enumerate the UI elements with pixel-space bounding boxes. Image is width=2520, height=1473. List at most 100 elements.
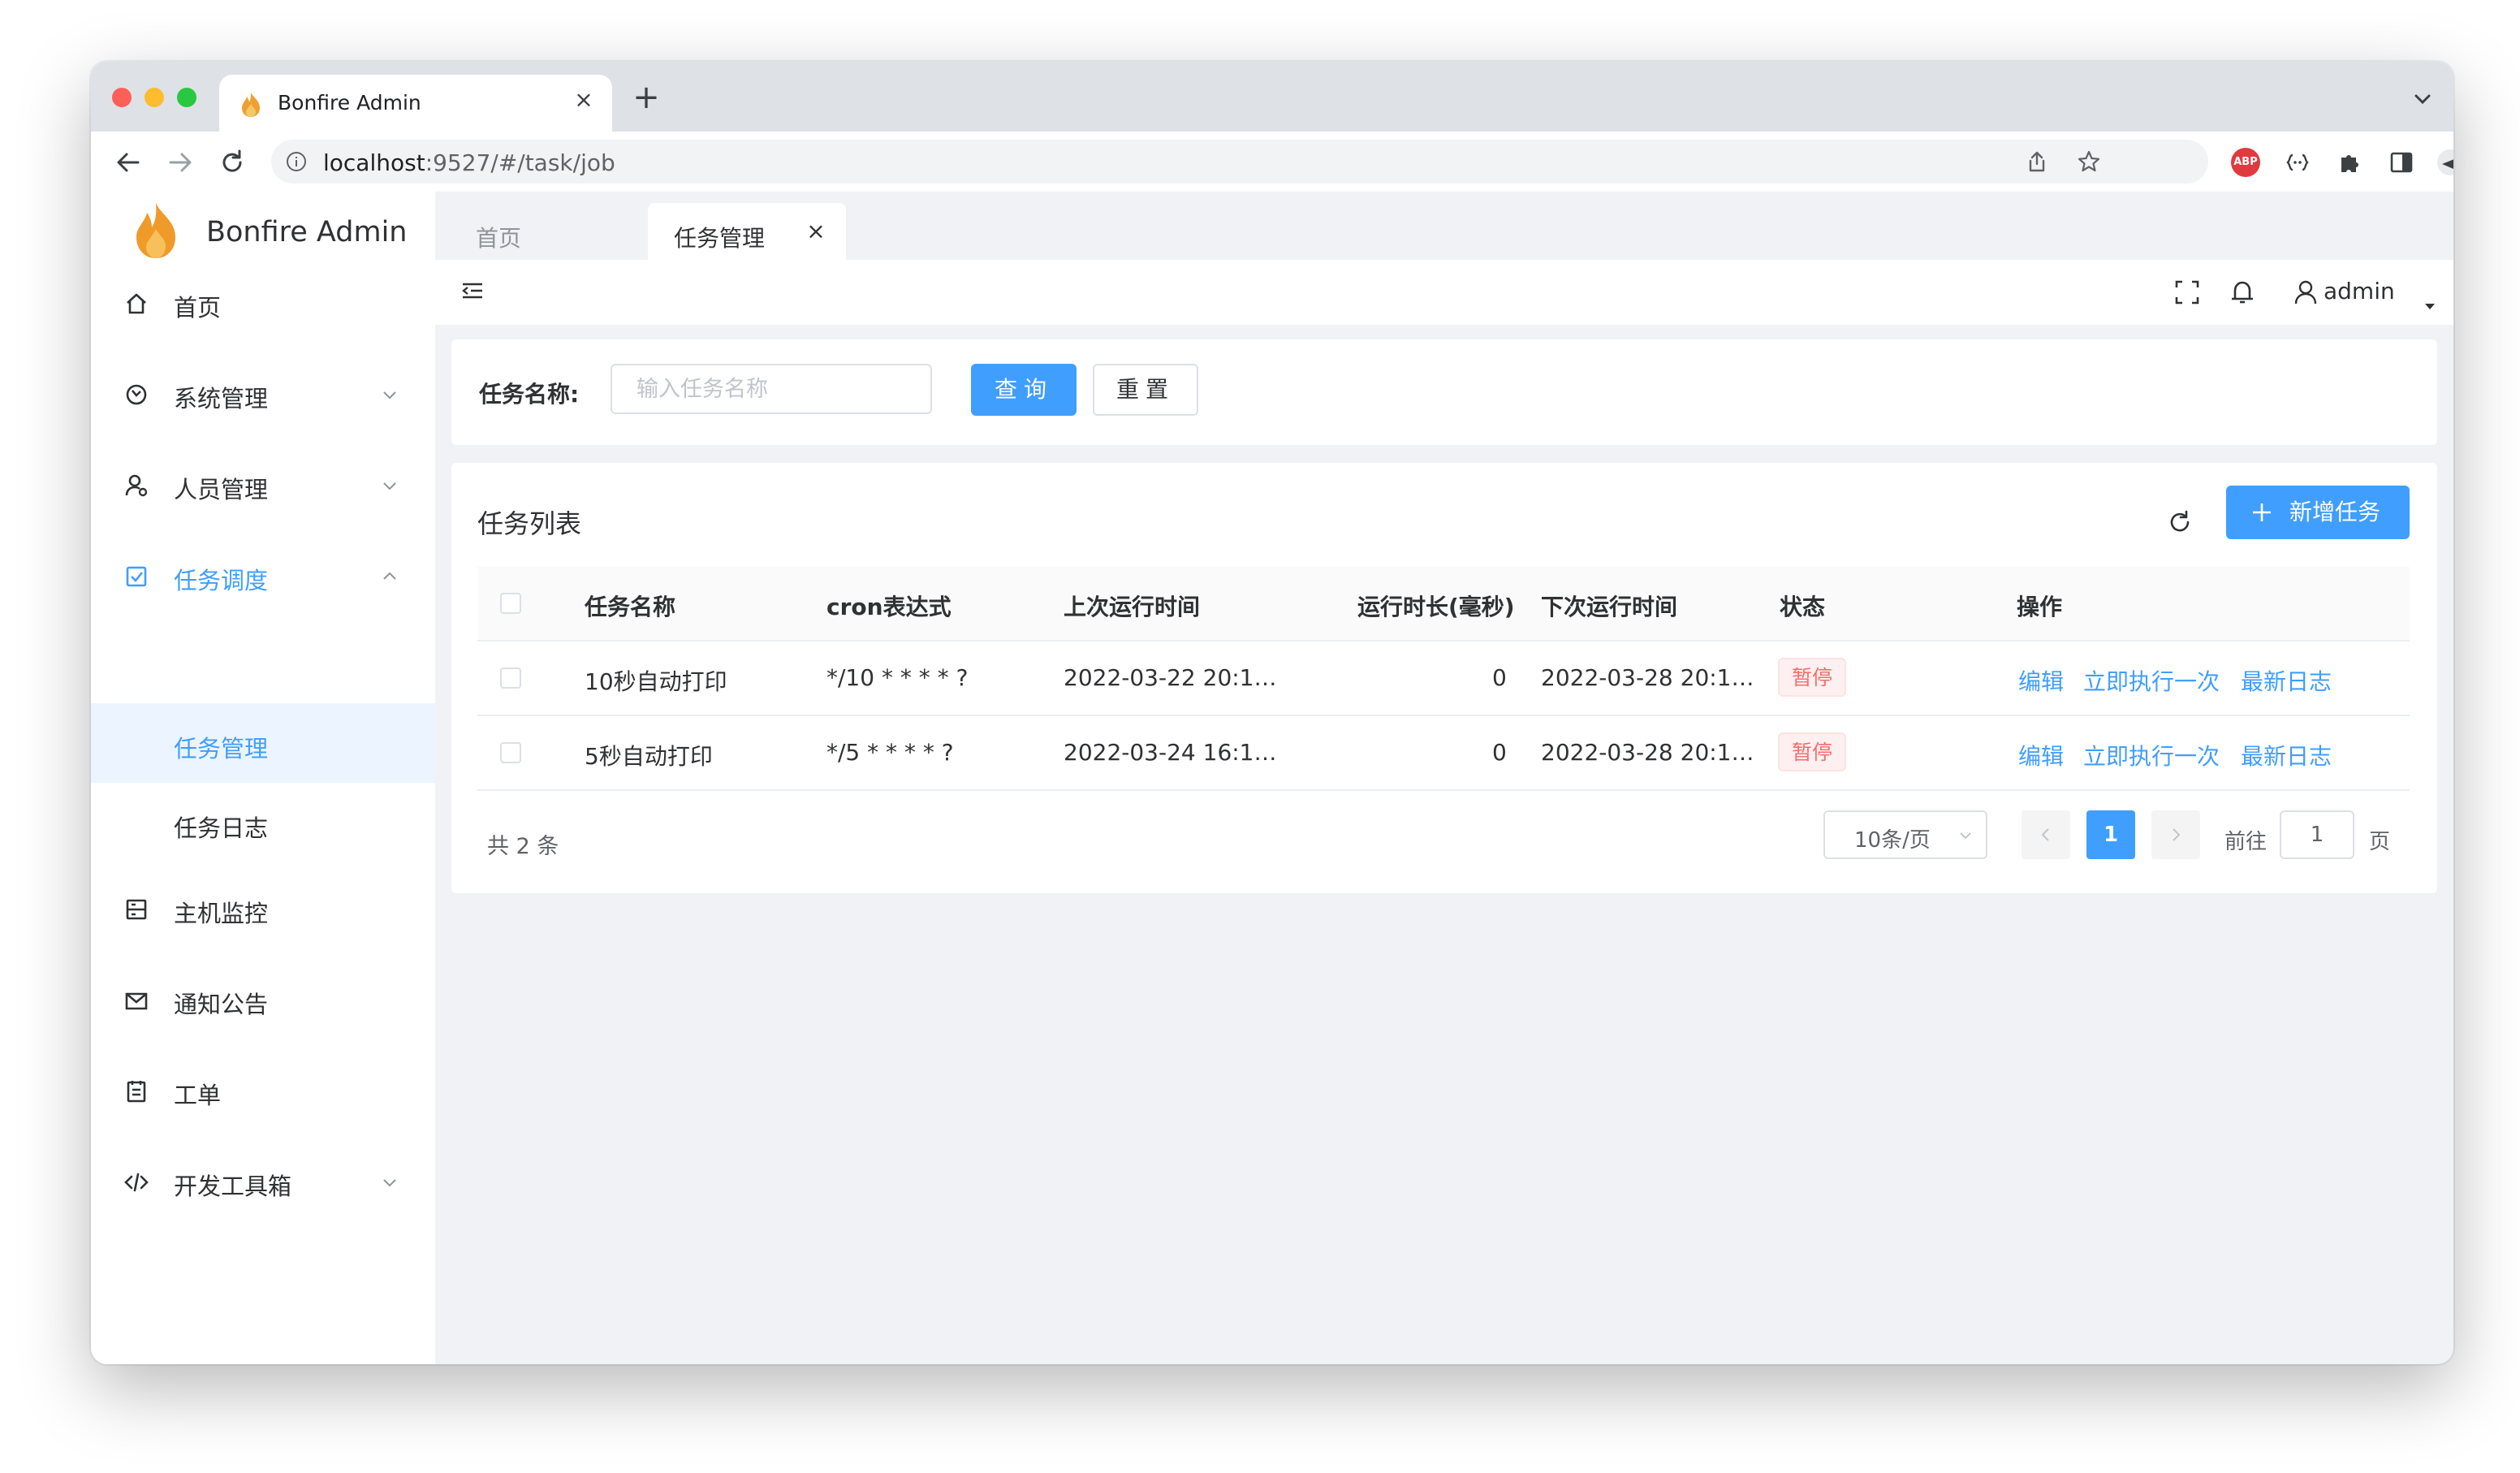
sidebar-item-task-schedule[interactable]: 任务调度 [91, 531, 435, 622]
column-header: 操作 [2017, 594, 2063, 620]
new-tab-icon[interactable]: + [628, 81, 664, 117]
adblock-extension-icon[interactable]: ABP [2231, 148, 2260, 177]
column-header: cron表达式 [826, 594, 951, 620]
cell-last-run: 2022-03-22 20:1… [1064, 664, 1277, 691]
sidebar-item-ticket[interactable]: 工单 [91, 1046, 435, 1137]
ticket-icon [127, 1081, 146, 1103]
goto-label: 前往 [2224, 830, 2268, 854]
column-header: 状态 [1780, 594, 1826, 620]
url-path: :9527/#/task/job [425, 149, 615, 176]
goto-page-input[interactable] [2280, 810, 2354, 859]
json-extension-icon[interactable] [2283, 148, 2312, 177]
latest-log-link[interactable]: 最新日志 [2241, 664, 2332, 697]
list-title: 任务列表 [477, 508, 582, 539]
browser-tabstrip: Bonfire Admin × + [91, 62, 2453, 132]
query-button[interactable]: 查询 [971, 364, 1077, 416]
cell-task-name: 5秒自动打印 [585, 743, 713, 770]
browser-tab[interactable]: Bonfire Admin × [219, 75, 612, 132]
window-minimize-button[interactable] [145, 88, 164, 107]
page-size-select[interactable]: 10条/页 [1823, 810, 1987, 859]
add-task-button[interactable]: 新增任务 [2226, 486, 2410, 539]
pagination-total: 共 2 条 [487, 834, 559, 859]
fullscreen-icon[interactable] [2173, 278, 2202, 307]
table-header: 任务名称 cron表达式 上次运行时间 运行时长(毫秒) 下次运行时间 状态 操… [477, 567, 2410, 641]
profile-avatar-icon[interactable] [2436, 148, 2453, 177]
tag-task-manage[interactable]: 任务管理 × [648, 203, 846, 260]
sidebar-item-label: 开发工具箱 [174, 1173, 292, 1200]
url-host: localhost [323, 149, 425, 176]
cell-task-name: 10秒自动打印 [585, 668, 727, 695]
browser-window: Bonfire Admin × + localhost:9527/#/task/… [91, 62, 2453, 1364]
window-zoom-button[interactable] [177, 88, 196, 107]
sidebar-item-user-manage[interactable]: 人员管理 [91, 440, 435, 531]
row-checkbox[interactable] [500, 667, 521, 689]
task-list-panel: 任务列表 新增任务 任务名称 cron表达式 上次运行时间 运行时长(毫秒) 下… [451, 463, 2437, 893]
devtools-icon [124, 1173, 149, 1192]
extensions-puzzle-icon[interactable] [2335, 148, 2364, 177]
prev-page-button[interactable] [2022, 810, 2070, 859]
select-all-checkbox[interactable] [500, 593, 521, 614]
sidebar-item-home[interactable]: 首页 [91, 258, 435, 349]
sidebar-item-system[interactable]: 系统管理 [91, 349, 435, 440]
sidebar-item-label: 工单 [174, 1082, 222, 1109]
row-checkbox[interactable] [500, 742, 521, 763]
bookmark-star-icon[interactable] [2077, 149, 2101, 174]
side-panel-icon[interactable] [2387, 148, 2416, 177]
bonfire-logo-icon [136, 203, 175, 258]
system-icon [126, 384, 147, 405]
browser-tab-close-icon[interactable]: × [570, 86, 598, 114]
sidebar-subitem-label: 任务管理 [174, 735, 269, 762]
tag-home[interactable]: 首页 [458, 203, 636, 260]
page-number-current[interactable]: 1 [2086, 810, 2135, 859]
host-monitor-icon [126, 899, 147, 920]
task-name-input[interactable] [611, 364, 932, 414]
chevron-down-icon [383, 391, 396, 400]
user-icon [2294, 280, 2317, 305]
browser-tab-title: Bonfire Admin [278, 91, 421, 114]
back-arrow-icon[interactable] [112, 146, 145, 179]
run-once-link[interactable]: 立即执行一次 [2083, 739, 2220, 771]
sidebar-subitem-task-log[interactable]: 任务日志 [91, 783, 435, 862]
status-badge: 暂停 [1778, 732, 1846, 771]
task-schedule-icon [126, 566, 147, 587]
sidebar-item-devtools[interactable]: 开发工具箱 [91, 1137, 435, 1228]
sidebar-subitem-task-manage[interactable]: 任务管理 [91, 703, 435, 783]
latest-log-link[interactable]: 最新日志 [2241, 739, 2332, 771]
sidebar-collapse-icon[interactable] [460, 278, 485, 304]
cell-cron: */5 * * * * ? [826, 739, 954, 766]
tab-search-chevron-icon[interactable] [2408, 84, 2437, 114]
tag-label: 任务管理 [674, 225, 766, 252]
tag-label: 首页 [476, 225, 522, 252]
home-icon [127, 293, 146, 314]
notice-icon [125, 992, 148, 1010]
next-page-button[interactable] [2151, 810, 2200, 859]
cell-duration: 0 [1492, 739, 1507, 766]
search-panel: 任务名称: 查询 重置 [451, 339, 2437, 445]
address-bar[interactable]: localhost:9527/#/task/job [271, 140, 2208, 184]
user-manage-icon [125, 474, 148, 497]
sidebar-item-label: 首页 [174, 294, 222, 322]
run-once-link[interactable]: 立即执行一次 [2083, 664, 2220, 697]
sidebar-subitem-label: 任务日志 [174, 814, 269, 842]
reset-button[interactable]: 重置 [1093, 364, 1198, 416]
cell-cron: */10 * * * * ? [826, 664, 969, 691]
forward-arrow-icon[interactable] [164, 146, 196, 179]
app-root: Bonfire Admin 首页 系统管理 人员管理 任务调度 任务管理 任务日… [91, 192, 2453, 1364]
tags-view: 首页 任务管理 × [435, 192, 2453, 260]
navbar: admin [435, 260, 2453, 325]
edit-link[interactable]: 编辑 [2018, 664, 2064, 697]
sidebar-item-host-monitor[interactable]: 主机监控 [91, 864, 435, 955]
window-close-button[interactable] [112, 88, 132, 107]
sidebar-item-notice[interactable]: 通知公告 [91, 955, 435, 1046]
refresh-icon[interactable] [2166, 508, 2194, 536]
plus-icon [2253, 503, 2271, 521]
site-info-icon[interactable] [286, 151, 307, 172]
chevron-up-icon [383, 572, 396, 580]
tag-close-icon[interactable]: × [802, 218, 830, 245]
share-icon[interactable] [2025, 149, 2049, 174]
cell-last-run: 2022-03-24 16:1… [1064, 739, 1277, 766]
edit-link[interactable]: 编辑 [2018, 739, 2064, 771]
bell-icon[interactable] [2228, 278, 2257, 307]
page-size-value: 10条/页 [1854, 828, 1931, 853]
reload-icon[interactable] [216, 146, 248, 179]
